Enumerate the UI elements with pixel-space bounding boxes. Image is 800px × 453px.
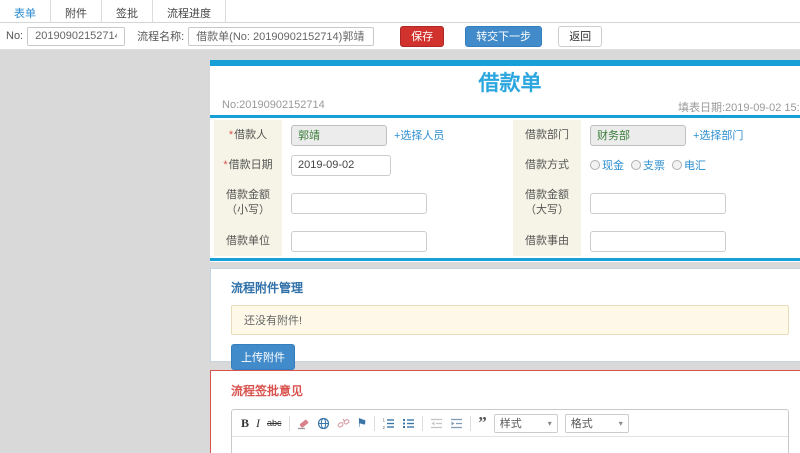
department-row: 借款部门 +选择部门 [513,120,800,150]
svg-text:1: 1 [383,417,386,422]
attachments-heading: 流程附件管理 [231,281,304,295]
panel-top-accent-bar [210,60,800,66]
loan-date-input[interactable] [291,154,391,176]
toolbar-separator [374,415,376,431]
wire-transfer-radio[interactable] [672,160,682,170]
form-number-text: No:20190902152714 [222,99,325,111]
chevron-down-icon: ▾ [618,418,623,428]
payment-method-label: 借款方式 [513,150,581,180]
rich-text-editor: B I abc ⚑ 12 ” 样式 ▾ 格式 ▾ [231,409,789,453]
select-department-link[interactable]: +选择部门 [693,127,743,143]
remove-format-icon[interactable] [297,417,310,430]
action-bar: No: 流程名称: 保存 转交下一步 返回 [0,23,800,50]
borrower-label: *借款人 [214,120,282,150]
required-asterisk: * [223,158,228,171]
tab-bar: 表单 附件 签批 流程进度 [0,0,800,23]
borrower-row: *借款人 +选择人员 [214,120,507,150]
attachments-panel: 流程附件管理 还没有附件! 上传附件 [210,268,800,370]
divider-line-top [210,115,800,118]
signature-heading: 流程签批意见 [231,384,304,398]
link-icon[interactable] [317,417,330,430]
cheque-radio-label[interactable]: 支票 [643,157,665,173]
toolbar-separator [422,415,424,431]
editor-content-area[interactable] [232,437,788,453]
amount-lower-input[interactable] [291,192,427,214]
blockquote-icon[interactable]: ” [478,414,487,431]
italic-button[interactable]: I [256,416,260,431]
payment-method-row: 借款方式 现金 支票 电汇 [513,150,800,180]
required-asterisk: * [228,128,234,141]
amount-lower-row: 借款金额（小写） [214,180,507,226]
save-button[interactable]: 保存 [400,25,445,47]
bulleted-list-icon[interactable] [402,417,415,430]
loan-unit-label: 借款单位 [214,226,282,256]
numbered-list-icon[interactable]: 12 [382,417,395,430]
anchor-flag-icon[interactable]: ⚑ [357,417,368,429]
chevron-down-icon: ▾ [547,418,552,428]
amount-lower-label: 借款金额（小写） [214,180,282,226]
format-dropdown[interactable]: 格式 ▾ [564,413,629,433]
loan-unit-input[interactable] [291,230,427,252]
select-person-link[interactable]: +选择人员 [394,127,444,143]
department-input[interactable] [590,124,686,146]
tab-form[interactable]: 表单 [0,0,51,22]
loan-date-row: *借款日期 [214,150,507,180]
amount-upper-label: 借款金额（大写） [513,180,581,226]
toolbar-separator [288,415,290,431]
flow-name-input[interactable] [188,26,375,46]
bold-button[interactable]: B [241,416,249,431]
outdent-icon[interactable] [430,417,443,430]
no-input[interactable] [27,26,126,46]
borrower-input[interactable] [291,124,387,146]
strikethrough-button[interactable]: abc [267,418,282,428]
tab-approval[interactable]: 签批 [102,0,153,22]
indent-icon[interactable] [450,417,463,430]
form-grid: *借款人 +选择人员 *借款日期 借款金额（小写） [214,120,800,256]
editor-toolbar: B I abc ⚑ 12 ” 样式 ▾ 格式 ▾ [232,410,788,437]
loan-reason-row: 借款事由 [513,226,800,256]
unlink-icon[interactable] [337,417,350,430]
loan-reason-input[interactable] [590,230,726,252]
no-attachments-alert: 还没有附件! [231,305,789,335]
amount-upper-input[interactable] [590,192,726,214]
loan-unit-row: 借款单位 [214,226,507,256]
back-button[interactable]: 返回 [558,25,603,47]
svg-text:2: 2 [383,425,386,430]
cheque-radio[interactable] [631,160,641,170]
toolbar-separator [470,415,472,431]
workspace-background: 借款单 No:20190902152714 填表日期:2019-09-02 15… [0,50,800,453]
form-date-text: 填表日期:2019-09-02 15:27:1 [678,102,800,114]
tab-progress[interactable]: 流程进度 [153,0,226,22]
department-label: 借款部门 [513,120,581,150]
loan-form-panel: 借款单 No:20190902152714 填表日期:2019-09-02 15… [210,60,800,262]
cash-radio[interactable] [590,160,600,170]
flow-name-label: 流程名称: [137,31,185,43]
loan-date-label: *借款日期 [214,150,282,180]
cash-radio-label[interactable]: 现金 [602,157,624,173]
styles-dropdown[interactable]: 样式 ▾ [493,413,558,433]
no-label: No: [6,30,24,42]
loan-reason-label: 借款事由 [513,226,581,256]
tab-attachments[interactable]: 附件 [51,0,102,22]
amount-upper-row: 借款金额（大写） [513,180,800,226]
wire-transfer-radio-label[interactable]: 电汇 [684,157,706,173]
signature-panel: 流程签批意见 B I abc ⚑ 12 ” 样式 ▾ 格式 ▾ [210,370,800,453]
next-step-button[interactable]: 转交下一步 [465,25,543,47]
form-title: 借款单 [478,72,542,95]
divider-line-bottom [210,258,800,261]
upload-attachment-button[interactable]: 上传附件 [231,344,295,370]
